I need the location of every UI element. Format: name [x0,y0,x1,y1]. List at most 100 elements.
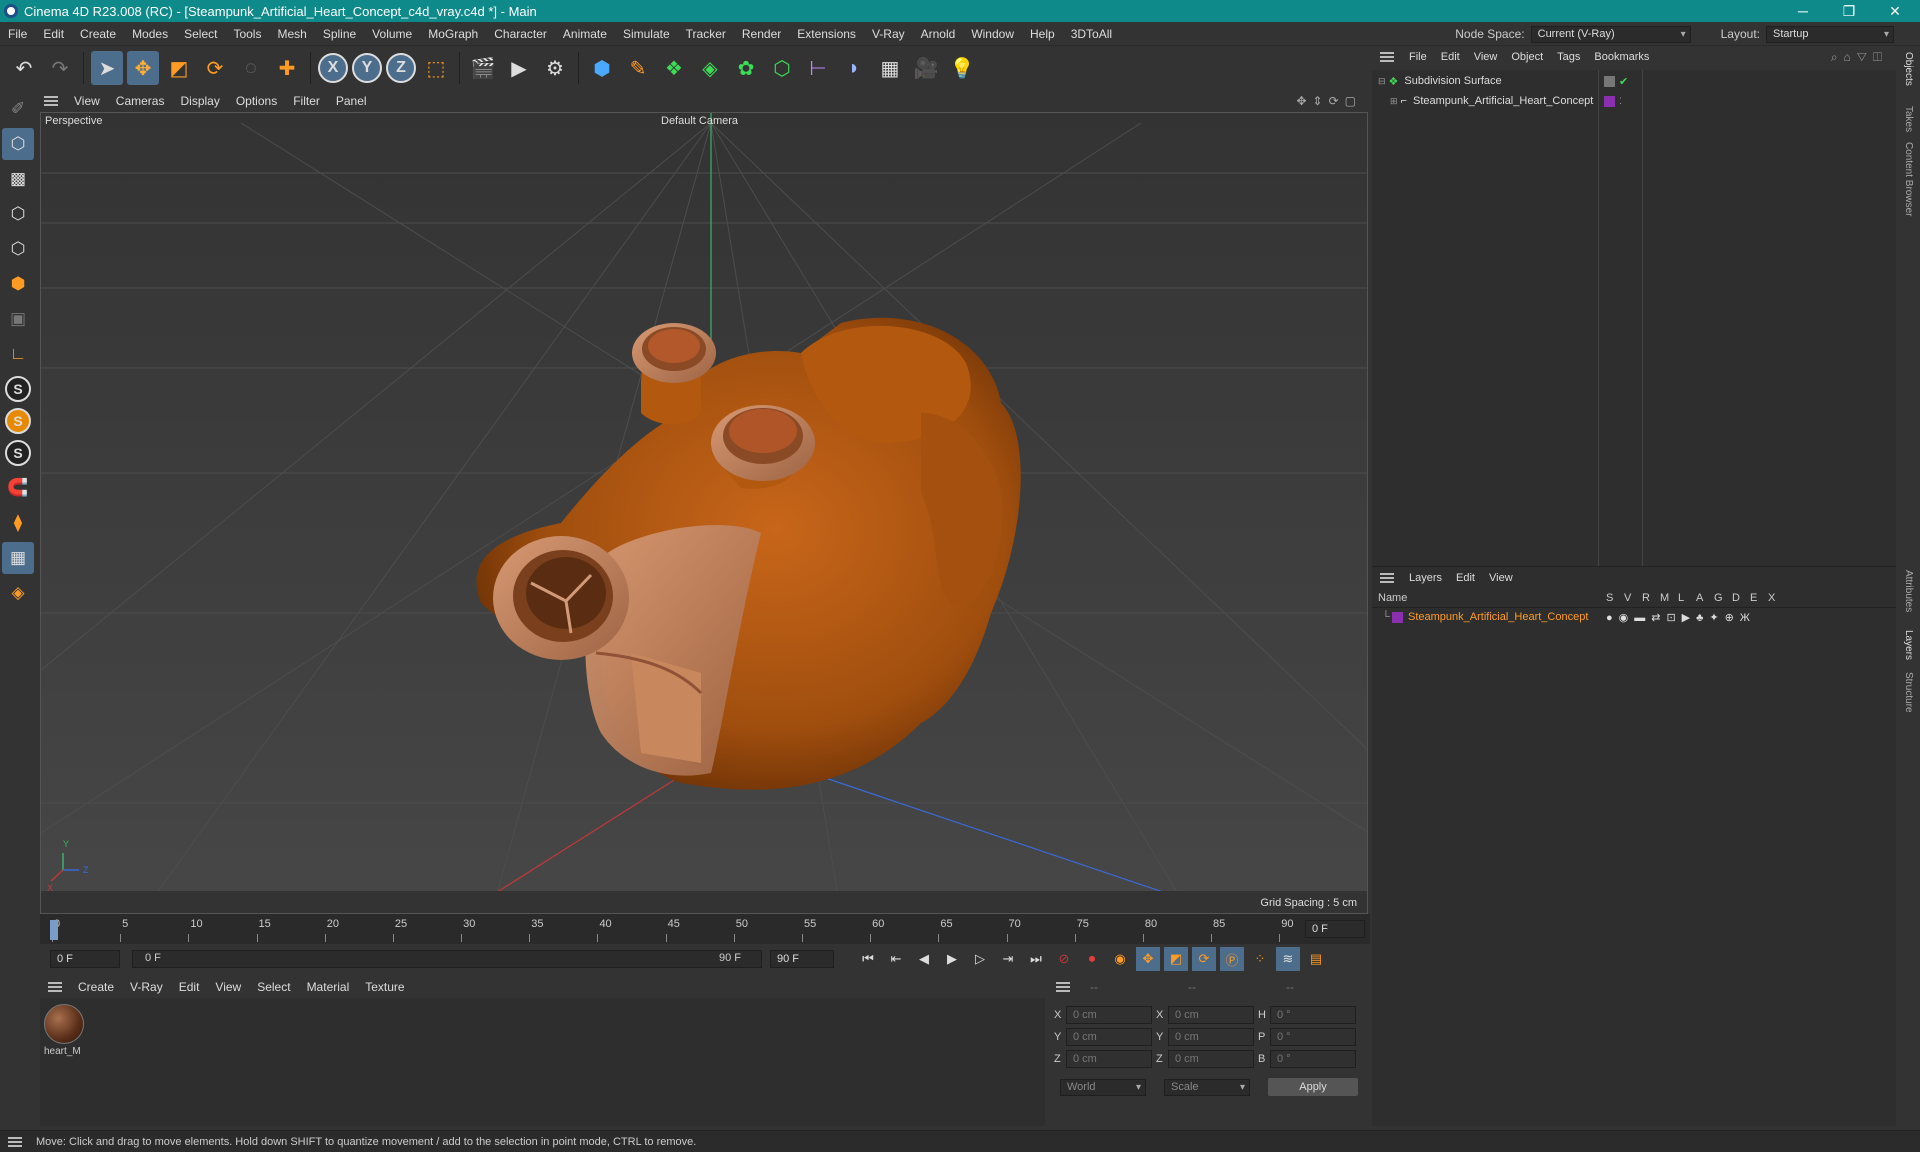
menu-create[interactable]: Create [72,27,124,41]
coords-value-field[interactable]: 0 ° [1270,1028,1356,1046]
current-frame-field[interactable]: 0 F [1305,920,1365,938]
layers-menu-view[interactable]: View [1482,572,1520,584]
side-tab-objects[interactable]: Objects [1903,52,1914,86]
menu-file[interactable]: File [0,27,35,41]
record-icon[interactable]: ⏺ [1080,947,1104,971]
recent-tool-icon[interactable]: ◌ [235,51,267,85]
spline-pen-icon[interactable]: ✎ [622,51,654,85]
material-menu-icon[interactable] [48,982,62,992]
light-icon[interactable]: 💡 [946,51,978,85]
previous-frame-icon[interactable]: ◀ [912,947,936,971]
viewport-nav-icons[interactable]: ✥⇕⟳▢ [1296,94,1362,108]
coords-value-field[interactable]: 0 cm [1168,1006,1254,1024]
menu-animate[interactable]: Animate [555,27,615,41]
render-settings-icon[interactable]: ⚙ [539,51,571,85]
menu-mesh[interactable]: Mesh [269,27,314,41]
make-editable-icon[interactable]: ✐ [2,93,34,125]
parameter-key-icon[interactable]: Ⓟ [1220,947,1244,971]
move-tool-icon[interactable]: ✥ [127,51,159,85]
viewport-menu-view[interactable]: View [66,94,108,108]
rotate-tool-icon[interactable]: ⟳ [199,51,231,85]
texture-mode-icon[interactable]: ▩ [2,163,34,195]
material-menu-select[interactable]: Select [249,980,298,994]
timeline-window-icon[interactable]: ▤ [1304,947,1328,971]
objects-menu-edit[interactable]: Edit [1434,51,1467,63]
y-axis-lock-button[interactable]: Y [352,53,382,83]
coords-menu-icon[interactable] [1056,982,1070,992]
node-space-dropdown[interactable]: Current (V-Ray) [1530,25,1691,43]
side-tab-attributes[interactable]: Attributes [1903,570,1914,612]
menu-extensions[interactable]: Extensions [789,27,864,41]
material-menu-vray[interactable]: V-Ray [122,980,171,994]
viewport-menu-display[interactable]: Display [172,94,227,108]
objects-menu-file[interactable]: File [1402,51,1434,63]
coords-value-field[interactable]: 0 cm [1066,1028,1152,1046]
objects-menu-object[interactable]: Object [1504,51,1550,63]
material-menu-material[interactable]: Material [299,980,358,994]
points-mode-icon[interactable]: ⬡ [2,198,34,230]
layers-menu-icon[interactable] [1380,572,1394,583]
viewport-menu-panel[interactable]: Panel [328,94,375,108]
minimize-button[interactable]: ─ [1780,0,1826,22]
maximize-button[interactable]: ❐ [1826,0,1872,22]
camera-icon[interactable]: 🎥 [910,51,942,85]
workplane-snap-icon[interactable]: S [5,440,31,466]
menu-3dtoall[interactable]: 3DToAll [1063,27,1120,41]
snap-icon[interactable]: S [5,376,31,402]
object-row-subdivision-surface[interactable]: ⊟ ❖ Subdivision Surface [1378,72,1502,90]
objects-menu-tags[interactable]: Tags [1550,51,1587,63]
viewport-menu-filter[interactable]: Filter [285,94,328,108]
viewport-menu-icon[interactable] [44,96,58,106]
timeline-ruler[interactable]: 051015202530354045505560657075808590 0 F [40,914,1370,944]
objects-toolbar-icons[interactable]: ⌕⌂▽◫ [1831,50,1888,65]
rotation-key-icon[interactable]: ⟳ [1192,947,1216,971]
material-menu-edit[interactable]: Edit [171,980,208,994]
coords-mode-dropdown[interactable]: Scale [1164,1078,1250,1096]
previous-key-icon[interactable]: ⇤ [884,947,908,971]
material-menu-create[interactable]: Create [70,980,122,994]
menu-arnold[interactable]: Arnold [913,27,964,41]
mograph-icon[interactable]: ⬡ [766,51,798,85]
menu-edit[interactable]: Edit [35,27,72,41]
material-menu-view[interactable]: View [207,980,249,994]
menu-modes[interactable]: Modes [124,27,176,41]
objects-menu-bookmarks[interactable]: Bookmarks [1587,51,1656,63]
viewport-menu-cameras[interactable]: Cameras [108,94,173,108]
layer-flag-toggles[interactable]: ●◉▬⇄⊡▶♣✦⊕Ж [1606,611,1756,624]
redo-button[interactable]: ↷ [44,51,76,85]
cube-object-icon[interactable]: ⬢ [586,51,618,85]
playhead[interactable] [50,920,58,940]
subdivision-surface-icon[interactable]: ❖ [658,51,690,85]
side-tab-layers[interactable]: Layers [1903,630,1914,660]
next-frame-icon[interactable]: ▷ [968,947,992,971]
render-view-icon[interactable]: 🎬 [467,51,499,85]
coords-value-field[interactable]: 0 cm [1066,1050,1152,1068]
go-to-start-icon[interactable]: ⏮ [856,947,880,971]
go-to-end-icon[interactable]: ⏭ [1024,947,1048,971]
layers-menu-edit[interactable]: Edit [1449,572,1482,584]
transform-tool-icon[interactable]: ✚ [271,51,303,85]
autokey-icon[interactable]: ⊘ [1052,947,1076,971]
select-tool-icon[interactable]: ➤ [91,51,123,85]
menu-tracker[interactable]: Tracker [678,27,734,41]
layer-row[interactable]: └ Steampunk_Artificial_Heart_Concept ●◉▬… [1372,608,1896,626]
coords-value-field[interactable]: 0 cm [1168,1050,1254,1068]
objects-menu-icon[interactable] [1380,52,1394,62]
scale-tool-icon[interactable]: ◩ [163,51,195,85]
floor-icon[interactable]: ▦ [874,51,906,85]
keyframe-selection-icon[interactable]: ◉ [1108,947,1132,971]
workplane-icon[interactable]: ⧫ [2,507,34,539]
coords-value-field[interactable]: 0 cm [1066,1006,1152,1024]
layers-menu-layers[interactable]: Layers [1402,572,1449,584]
menu-window[interactable]: Window [963,27,1022,41]
visibility-dots-icon[interactable]: ⁚ [1619,96,1622,107]
coordinate-system-icon[interactable]: ⬚ [420,51,452,85]
menu-spline[interactable]: Spline [315,27,364,41]
axis-mode-icon[interactable]: ∟ [2,338,34,370]
model-mode-icon[interactable]: ⬡ [2,128,34,160]
magnet-icon[interactable]: 🧲 [2,472,34,504]
menu-simulate[interactable]: Simulate [615,27,678,41]
collapse-icon[interactable]: ⊟ [1378,76,1386,87]
apply-button[interactable]: Apply [1268,1078,1358,1096]
object-row-heart[interactable]: ⊞ ⌐ Steampunk_Artificial_Heart_Concept [1390,92,1593,110]
